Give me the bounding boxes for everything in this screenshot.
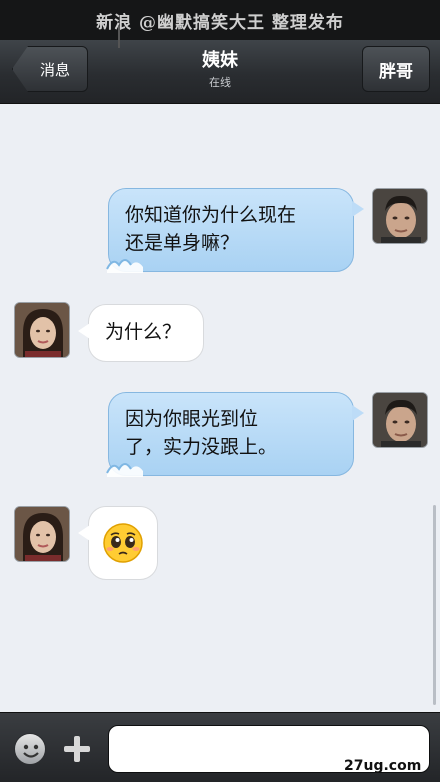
message-text: 为什么？ [105,321,182,343]
watermark-url: 27ug.com [344,758,422,774]
message-text-line: 了，实力没跟上。 [125,436,278,458]
watermark-top-text: 新浪 @幽默搞笑大王 整理发布 [96,12,344,33]
status-bar: 新浪 @幽默搞笑大王 整理发布 [0,0,440,40]
contact-profile-button[interactable]: 胖哥 [362,46,430,92]
contact-avatar[interactable] [14,302,70,358]
avatar-face-icon [15,303,69,357]
avatar-face-icon [373,393,427,447]
my-avatar[interactable] [372,392,428,448]
outgoing-message-bubble[interactable]: 因为你眼光到位 了，实力没跟上。 [106,392,364,477]
scrollbar[interactable] [433,505,436,705]
nav-bar: 消息 姨妹 在线 胖哥 [0,40,440,104]
message-text-line: 你知道你为什么现在 [125,204,297,226]
incoming-message-bubble[interactable]: 为什么？ [78,304,204,362]
outgoing-message-bubble[interactable]: 你知道你为什么现在 还是单身嘛？ [106,188,364,273]
wave-decoration-icon [106,463,143,477]
message-text-line: 因为你眼光到位 [125,408,259,430]
profile-button-label: 胖哥 [379,61,413,82]
message-text-line: 还是单身嘛？ [125,232,240,254]
incoming-emoji-bubble[interactable] [78,506,158,580]
pleading-face-emoji-icon [103,523,143,563]
emoji-button[interactable] [14,733,46,765]
text-caret [118,26,120,48]
my-avatar[interactable] [372,188,428,244]
smiley-icon [23,744,39,758]
avatar-face-icon [15,507,69,561]
avatar-face-icon [373,189,427,243]
contact-avatar[interactable] [14,506,70,562]
plus-icon [64,736,90,762]
add-attachment-button[interactable] [60,732,94,766]
wave-decoration-icon [106,259,143,273]
